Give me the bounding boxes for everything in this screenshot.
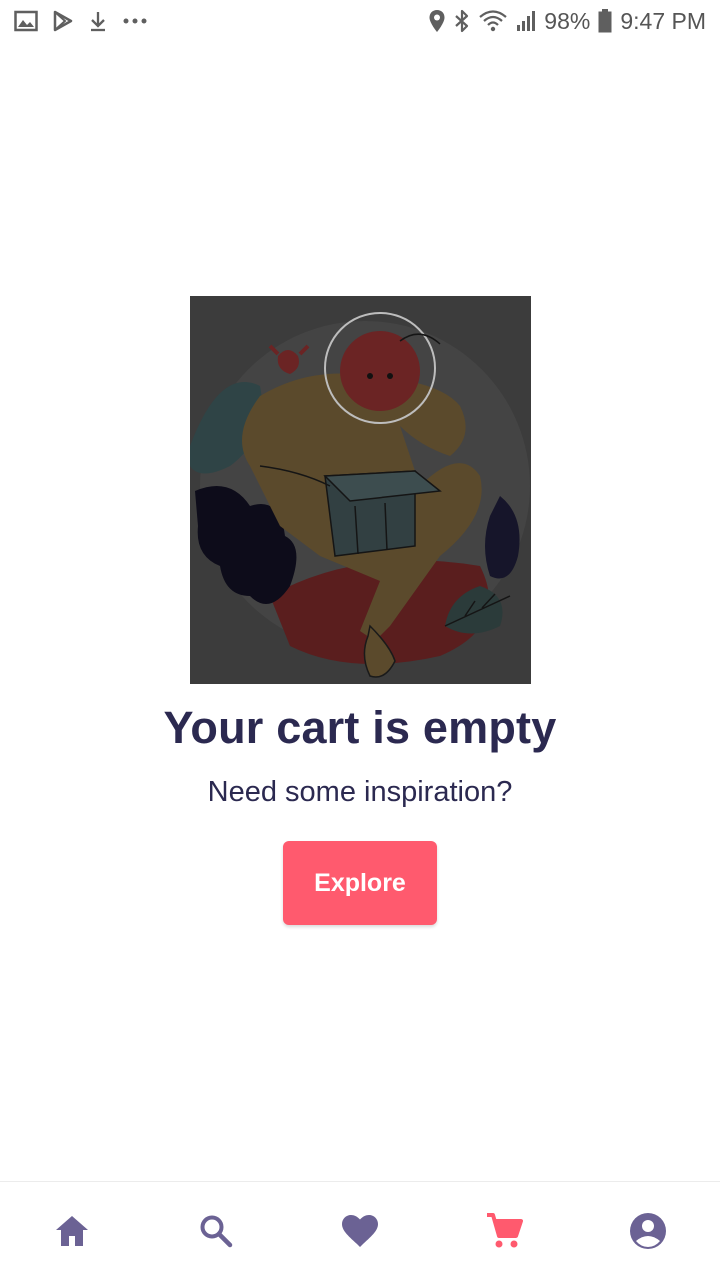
empty-cart-title: Your cart is empty (163, 702, 557, 753)
cart-icon (487, 1213, 523, 1248)
search-icon (200, 1215, 233, 1248)
empty-cart-state: Your cart is empty Need some inspiration… (0, 296, 720, 925)
status-bar-left (14, 10, 148, 32)
battery-icon (598, 9, 612, 33)
battery-percent: 98% (544, 7, 591, 34)
account-icon (630, 1213, 666, 1249)
signal-icon (516, 10, 536, 32)
location-icon (428, 9, 446, 33)
bottom-navigation (0, 1181, 720, 1280)
nav-item-favorites[interactable] (288, 1182, 432, 1280)
home-icon (56, 1216, 88, 1246)
more-dots-icon (122, 17, 148, 25)
nav-item-search[interactable] (144, 1182, 288, 1280)
bluetooth-icon (454, 9, 470, 33)
nav-item-profile[interactable] (576, 1182, 720, 1280)
clock: 9:47 PM (620, 7, 706, 34)
nav-item-home[interactable] (0, 1182, 144, 1280)
empty-cart-subtitle: Need some inspiration? (207, 776, 513, 808)
wifi-icon (478, 9, 508, 33)
heart-icon (342, 1215, 378, 1247)
status-bar-right: 98% 9:47 PM (428, 8, 706, 35)
explore-button[interactable]: Explore (283, 841, 437, 925)
gallery-icon (14, 10, 38, 32)
nav-item-cart[interactable] (432, 1182, 576, 1280)
astronaut-opening-box-illustration (189, 296, 531, 684)
cart-screen: 98% 9:47 PM Your cart is empty Need some… (0, 0, 720, 1280)
status-bar: 98% 9:47 PM (0, 0, 720, 42)
play-store-icon (52, 10, 74, 32)
download-icon (88, 10, 108, 32)
